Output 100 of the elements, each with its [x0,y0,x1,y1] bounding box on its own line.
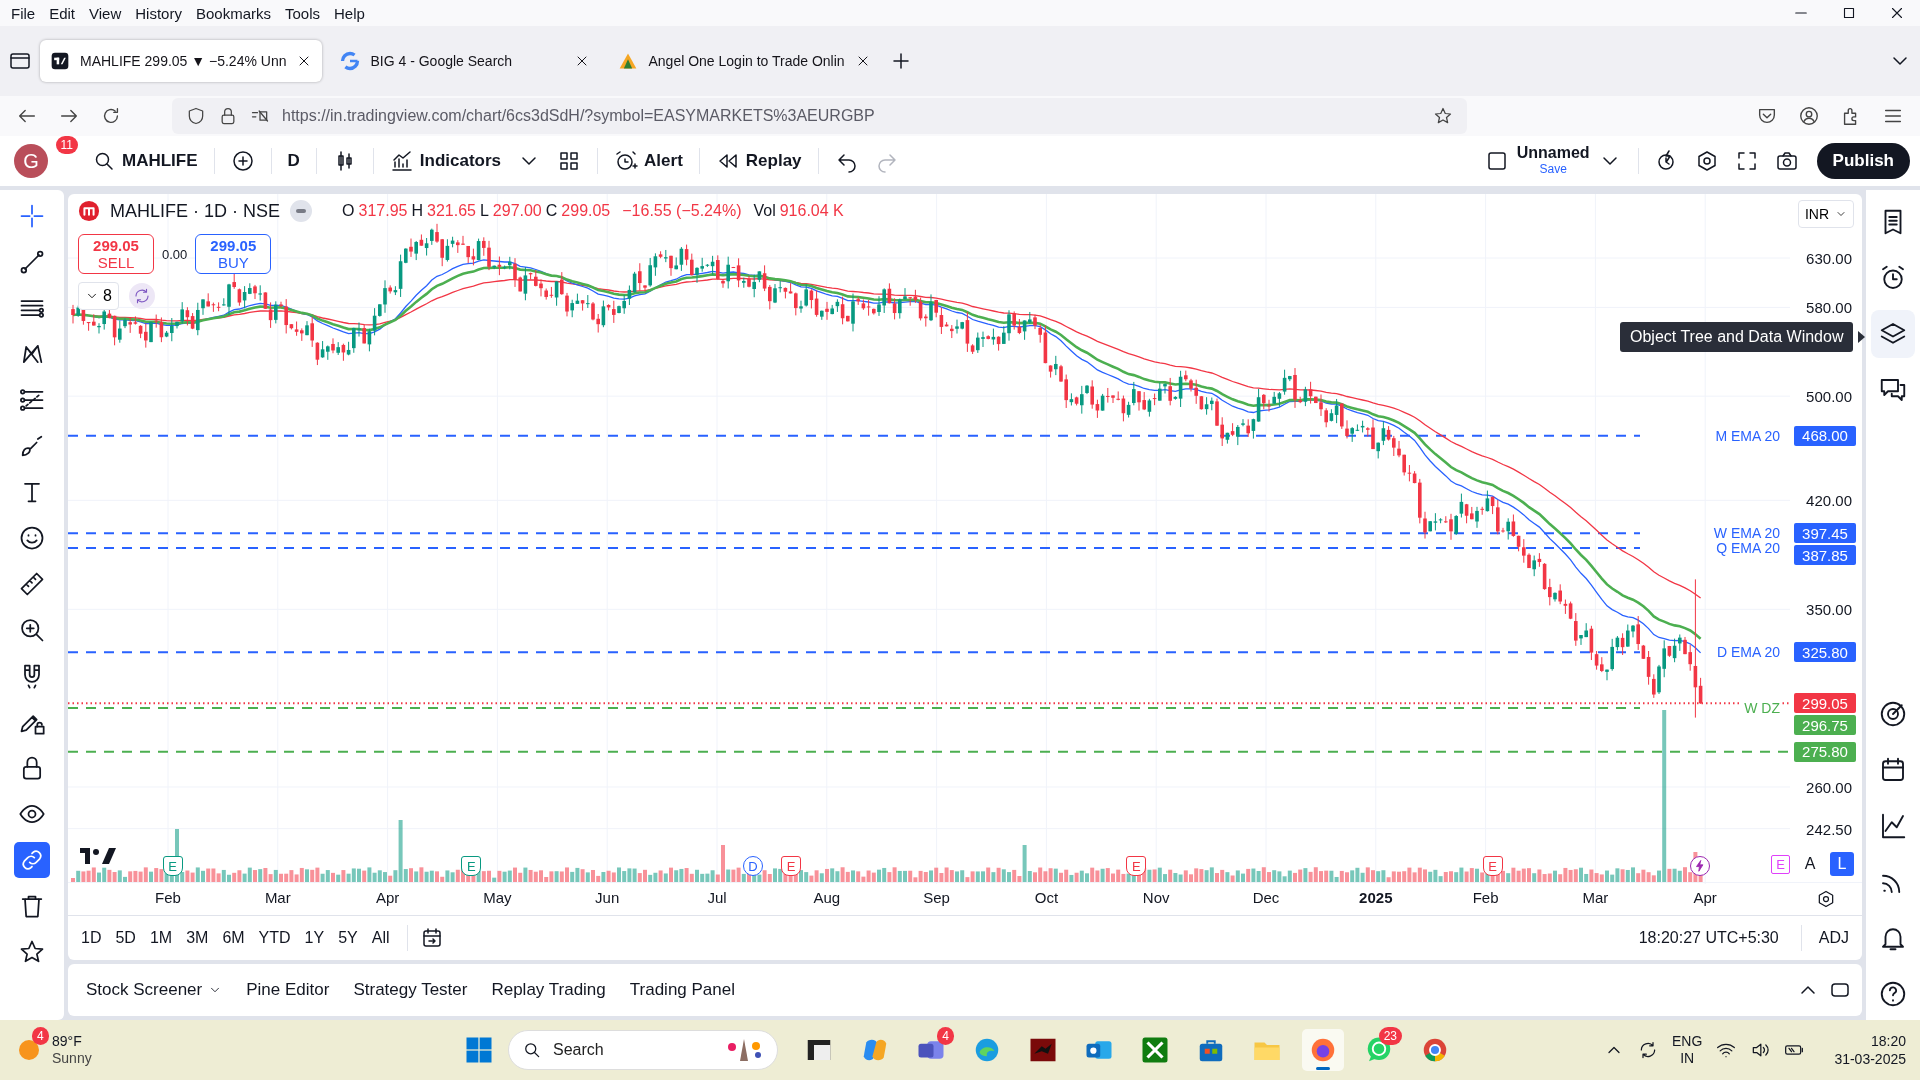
currency-button[interactable]: INR [1797,200,1854,228]
browser-tab[interactable]: BIG 4 - Google Search [330,40,601,82]
bookmark-star-icon[interactable] [1433,106,1453,126]
avatar[interactable]: G [14,144,48,178]
event-marker[interactable]: D [743,856,764,876]
clock-date[interactable]: 31-03-2025 [1834,1050,1906,1068]
menu-item[interactable]: File [4,4,43,22]
level-line[interactable] [68,706,1641,709]
range-button[interactable]: 1Y [299,925,330,952]
indicators-icon [389,149,414,173]
buy-button[interactable]: 299.05 BUY [195,234,272,274]
alarm-clock-icon [614,149,639,173]
menu-item[interactable]: Tools [278,4,327,22]
taskbar-app[interactable]: 4 [910,1029,952,1071]
menu-item[interactable]: View [82,4,129,22]
price-tick: 260.00 [1806,778,1852,796]
help-icon [1878,979,1908,1009]
region-text[interactable]: IN [1680,1050,1695,1067]
panel-tab[interactable]: Trading Panel [621,974,743,1006]
range-button[interactable]: All [366,925,395,952]
level-line[interactable] [68,651,1641,654]
level-line[interactable] [68,546,1641,549]
price-tick: 350.00 [1806,600,1852,618]
search-field[interactable]: Search [508,1030,778,1070]
price-line[interactable] [68,702,1790,705]
price-tick: 630.00 [1806,249,1852,267]
adjust-button[interactable]: ADJ [1813,925,1854,952]
sidebar-button[interactable] [1871,310,1915,358]
range-button[interactable]: 1M [144,925,178,952]
time-label: Apr [1693,889,1717,907]
indicators-button[interactable]: Indicators [381,143,510,179]
smiley-icon [18,524,46,552]
level-line[interactable] [68,434,1641,437]
collapse-button[interactable] [290,200,313,222]
event-marker[interactable]: E [461,856,482,876]
indicators-toggle[interactable]: 8 [78,282,119,310]
event-marker[interactable]: E [1126,856,1147,876]
publish-button[interactable]: Publish [1816,143,1910,179]
sell-button[interactable]: 299.05 SELL [78,234,154,274]
windows-logo-icon[interactable] [464,1035,494,1065]
event-marker[interactable]: E [781,856,801,876]
clock-time[interactable]: 18:20 [1870,1032,1906,1050]
address-bar[interactable]: https://in.tradingview.com/chart/6cs3dSdH/?symbol=EASYMARKETS%3AEURGBP [172,98,1467,134]
shield-icon[interactable] [186,106,206,126]
level-label: W DZ [1742,699,1782,716]
tradingview-logo-icon[interactable] [80,846,118,866]
range-button[interactable]: 5D [110,925,141,952]
ruler-icon [18,570,46,598]
fib-retracement-icon [18,386,46,414]
ohlc-label: H [411,202,423,220]
search-icon [522,1040,542,1060]
range-button[interactable]: YTD [253,925,296,952]
time-label: Jul [707,889,727,907]
temperature: 89°F [52,1033,83,1050]
event-marker[interactable]: E [1482,856,1503,876]
ohlc-value: 317.95 [358,202,408,220]
level-line[interactable] [68,532,1641,535]
browser-tab[interactable]: MAHLIFE 299.05 ▼ −5.24% Unn [40,40,323,82]
event-marker[interactable]: E [162,856,183,876]
range-button[interactable]: 1D [76,925,107,952]
panel-tab[interactable]: Stock Screener [78,974,231,1006]
price-tick: 242.50 [1806,820,1852,838]
menu-item[interactable]: Bookmarks [188,4,278,22]
price-tick: 580.00 [1806,298,1852,316]
ohlc-value: 299.05 [561,202,611,220]
volume-value: 916.04 K [779,202,844,220]
symbol-search[interactable]: MAHLIFE [84,143,206,179]
replay-button[interactable]: Replay [707,143,810,179]
layout-name[interactable]: Unnamed [1516,145,1590,161]
panel-tab[interactable]: Strategy Tester [345,974,476,1006]
menu-item[interactable]: Help [327,4,372,22]
event-marker[interactable] [1689,856,1710,876]
plus-icon [230,149,255,173]
language-text[interactable]: ENG [1672,1033,1703,1050]
symbol-title[interactable]: MAHLIFE · 1D · NSE [110,200,281,222]
account-icon[interactable] [1798,105,1820,127]
panel-tab[interactable]: Replay Trading [483,974,614,1006]
refresh-button[interactable] [128,283,155,309]
ohlc-label: C [545,202,558,220]
price-tick: 420.00 [1806,491,1852,509]
notification-badge: 11 [55,136,78,154]
ohlc-label: O [342,202,355,220]
range-button[interactable]: 3M [181,925,214,952]
time-label: Apr [375,889,400,907]
ohlc-value: 297.00 [492,202,542,220]
time-label: Nov [1142,889,1170,907]
interval-button[interactable]: D [279,145,308,177]
menu-item[interactable]: History [128,4,189,22]
menu-item[interactable]: Edit [42,4,83,22]
zoom-in-icon [18,616,46,644]
taskbar-app[interactable]: 23 [1358,1029,1400,1071]
settings-icon[interactable] [1816,889,1836,910]
save-link[interactable]: Save [1539,161,1567,177]
level-line[interactable] [68,750,1790,753]
panel-tab[interactable]: Pine Editor [238,974,338,1006]
alert-button[interactable]: Alert [606,143,691,179]
browser-tab[interactable]: Angel One Login to Trade Onlin [608,40,881,82]
range-button[interactable]: 6M [217,925,250,952]
range-button[interactable]: 5Y [333,925,363,952]
scale-toggle[interactable]: L [1830,852,1854,877]
